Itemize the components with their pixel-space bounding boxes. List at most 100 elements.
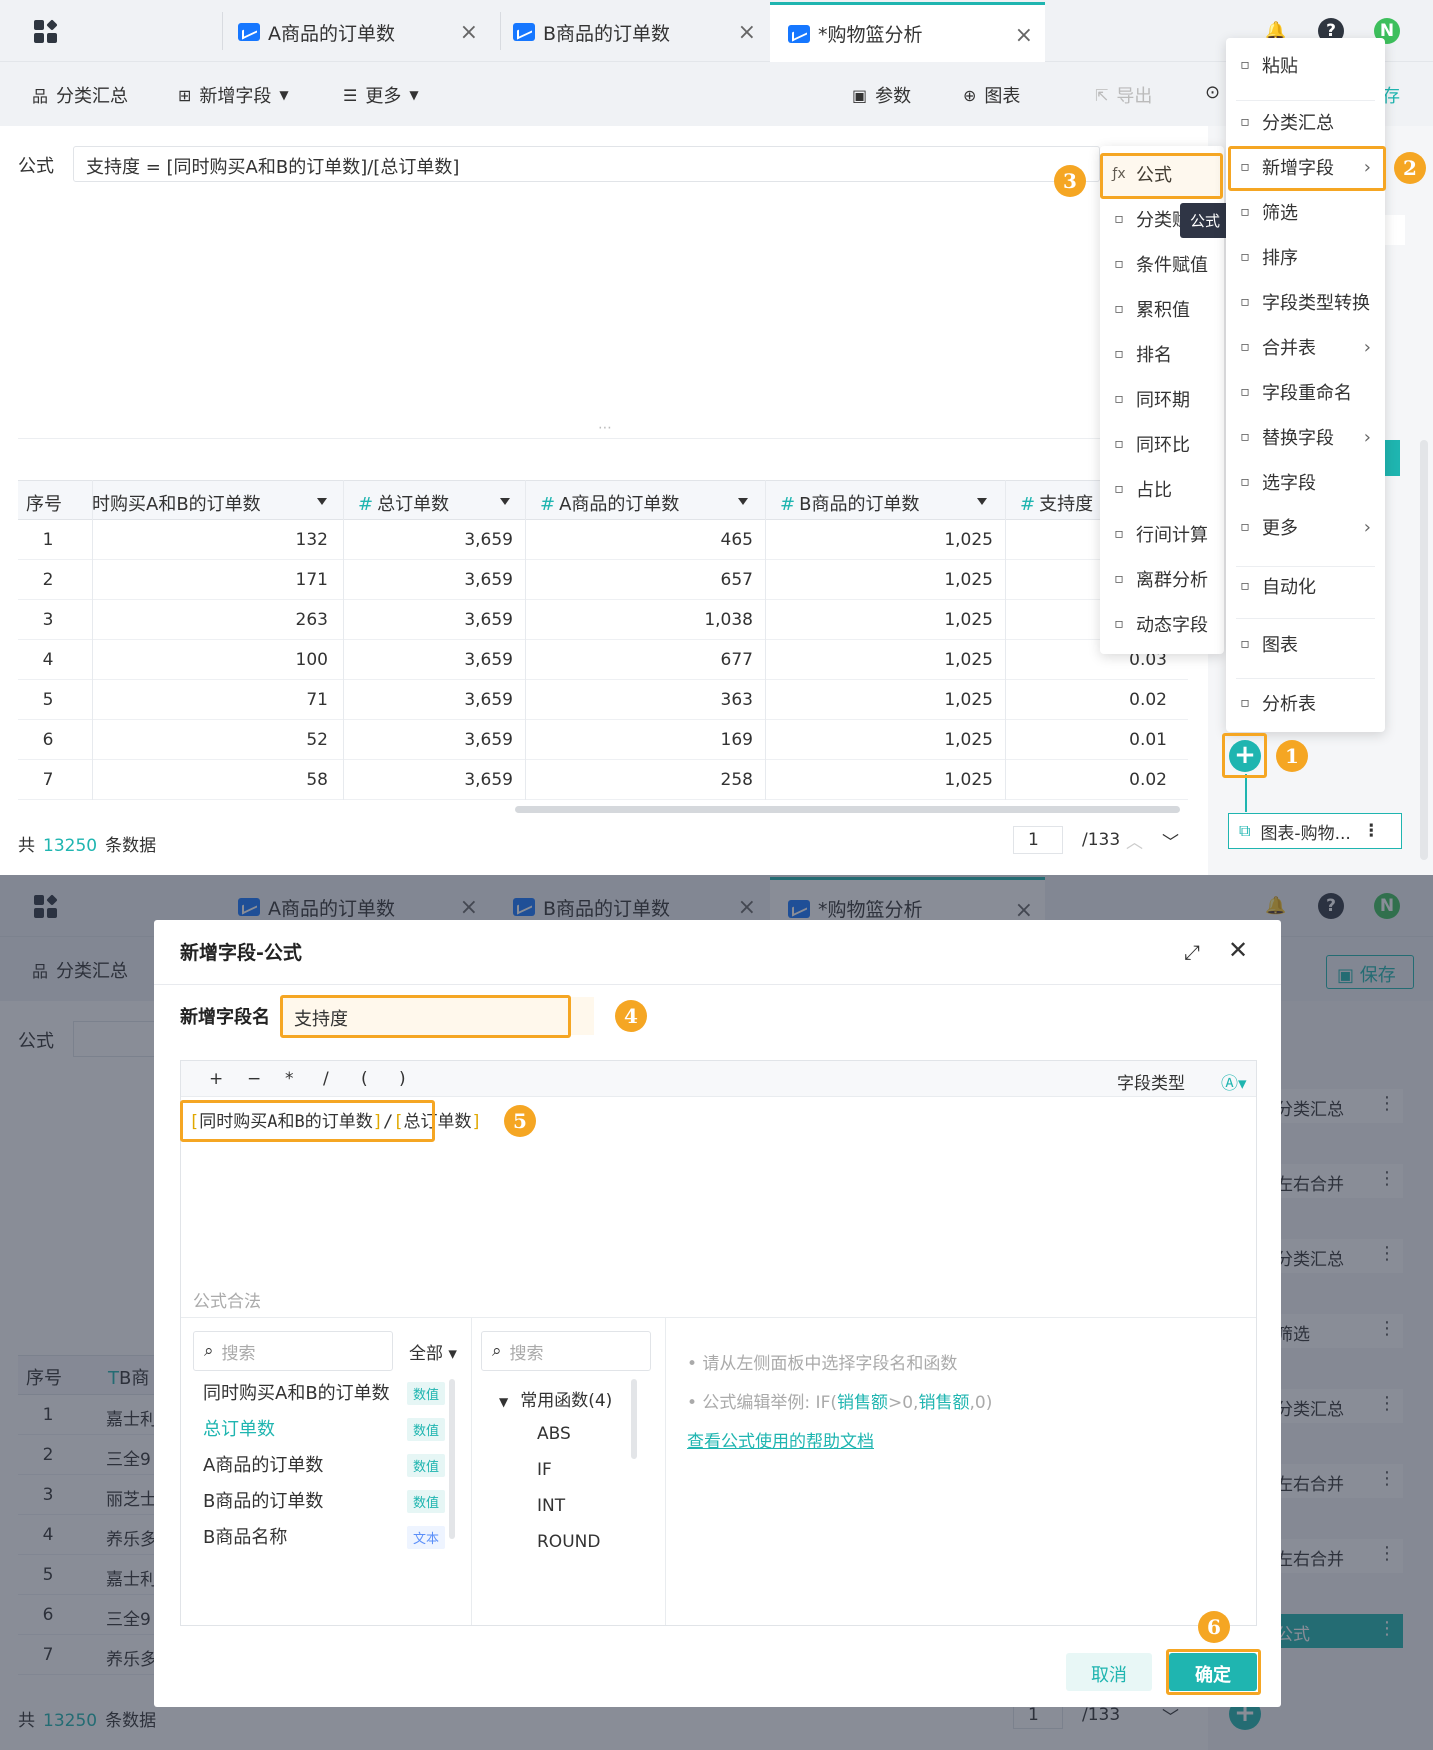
close-icon[interactable]: × (738, 20, 756, 45)
cancel-button[interactable]: 取消 (1066, 1653, 1152, 1691)
dropdown-icon[interactable] (734, 493, 752, 509)
submenu-item[interactable]: ▫ 同环比 (1110, 424, 1190, 464)
table-cell: 3,659 (464, 530, 513, 550)
context-menu-item[interactable]: ▫ 排序 (1236, 237, 1385, 277)
sort-icon: ▫ (1240, 249, 1250, 265)
operator-button[interactable]: * (285, 1069, 294, 1089)
more-circle-icon[interactable]: ⊙ (1205, 82, 1220, 103)
more-vertical-icon[interactable]: ⋮ (1363, 821, 1380, 841)
close-icon[interactable]: × (460, 20, 478, 45)
vertical-scrollbar[interactable] (1420, 440, 1428, 860)
context-menu-item[interactable]: ▫ 选字段 (1236, 462, 1385, 502)
context-menu-item[interactable]: ▫ 合并表 › (1236, 327, 1385, 367)
field-type-tag: 数值 (407, 1418, 446, 1441)
submenu-item[interactable]: ▫ 行间计算 (1110, 514, 1208, 554)
operator-button[interactable]: + (209, 1069, 223, 1089)
table-header: 序号 时购买A和B的订单数 # 总订单数 # A商品的订单数 # B商品的订单数 # 支… (18, 480, 1188, 520)
context-menu-item[interactable]: ▫ 分类汇总 (1236, 102, 1385, 142)
dropdown-icon[interactable] (313, 493, 331, 509)
operator-button[interactable]: ( (361, 1069, 368, 1089)
table-cell: 3,659 (464, 690, 513, 710)
tab-label: A商品的订单数 (268, 22, 395, 45)
chart-node[interactable]: ⧉ 图表-购物... ⋮ (1228, 813, 1402, 849)
field-item[interactable]: B商品的订单数 (203, 1487, 323, 1513)
formula-box[interactable]: 支持度 = [同时购买A和B的订单数]/[总订单数] (73, 146, 1100, 182)
context-menu-item[interactable]: ▫ 自动化 (1236, 566, 1385, 606)
export-button[interactable]: ⇱ 导出 (1095, 82, 1152, 108)
horizontal-scrollbar[interactable] (515, 806, 1180, 813)
tab-a-orders[interactable]: A商品的订单数 × (238, 2, 490, 62)
field-item[interactable]: B商品名称 (203, 1523, 287, 1549)
resize-handle[interactable]: ⋯ (598, 420, 612, 436)
context-menu-item[interactable]: ▫ 筛选 (1236, 192, 1385, 232)
tab-label: *购物篮分析 (818, 24, 923, 46)
field-item[interactable]: A商品的订单数 (203, 1451, 323, 1477)
table-cell: 52 (306, 730, 328, 750)
context-menu-item[interactable]: ▫ 替换字段 › (1236, 417, 1385, 457)
help-part: • 公式编辑举例: IF( (687, 1393, 837, 1413)
toolbar: 品分类汇总 ⊞ 新增字段 ▼ ☰ 更多 ▼ ▣ 参数 ⊕ 图表 ⇱ 导出 ⊙ 存 (0, 62, 1433, 126)
context-menu-item[interactable]: ▫ 图表 (1236, 624, 1385, 664)
scrollbar[interactable] (631, 1379, 637, 1459)
table-cell: 58 (306, 770, 328, 790)
formula-label: 公式 (18, 156, 54, 177)
chart-button[interactable]: ⊕ 图表 (963, 82, 1020, 108)
submenu-item[interactable]: ▫ 排名 (1110, 334, 1172, 374)
tab-label: B商品的订单数 (543, 22, 671, 45)
formula-editor[interactable]: + − * /() 字段类型 Ⓐ▾ [同时购买A和B的订单数]/[总订单数] 公式合法… (180, 1060, 1257, 1626)
context-menu-item[interactable]: ▫ 字段重命名 (1236, 372, 1385, 412)
dropdown-icon[interactable] (496, 493, 514, 509)
close-icon[interactable]: × (1015, 23, 1033, 48)
pie-icon: ▫ (1114, 481, 1124, 497)
tab-b-orders[interactable]: B商品的订单数 × (513, 2, 768, 62)
prev-page-icon[interactable]: ︿ (1126, 828, 1143, 856)
dataset-icon (788, 24, 810, 43)
chart-icon: ▫ (1240, 636, 1250, 652)
tab-basket-analysis[interactable]: *购物篮分析 × (770, 2, 1045, 62)
page-input[interactable]: 1 (1013, 826, 1063, 854)
context-menu-item[interactable]: ▫ 更多 › (1236, 507, 1385, 547)
dropdown-icon[interactable] (973, 493, 991, 509)
field-filter-select[interactable]: 全部 ▾ (409, 1339, 457, 1364)
context-menu-item[interactable]: ▫ 粘贴 (1236, 45, 1385, 85)
field-search-input[interactable]: ⌕ 搜索 (193, 1331, 393, 1371)
operator-button[interactable]: ) (399, 1069, 406, 1089)
header-col1: 时购买A和B的订单数 (92, 494, 261, 515)
submenu-item[interactable]: ▫ 动态字段 (1110, 604, 1208, 644)
submenu-item[interactable]: ▫ 同环期 (1110, 379, 1190, 419)
rename-icon: ▫ (1240, 384, 1250, 400)
field-item[interactable]: 总订单数 (203, 1415, 275, 1441)
submenu-item[interactable]: ▫ 累积值 (1110, 289, 1190, 329)
table-cell: 171 (295, 570, 328, 590)
function-item[interactable]: INT (537, 1496, 565, 1516)
function-group[interactable]: ▼ 常用函数(4) (499, 1386, 612, 1411)
context-menu-item[interactable]: ▫ 字段类型转换 (1236, 282, 1385, 322)
function-search-input[interactable]: ⌕ 搜索 (481, 1331, 651, 1371)
function-item[interactable]: ROUND (537, 1532, 600, 1552)
group-summary-button[interactable]: 品分类汇总 (32, 82, 128, 108)
ratio-icon: ▫ (1114, 436, 1124, 452)
field-item[interactable]: 同时购买A和B的订单数 (203, 1379, 390, 1405)
params-button[interactable]: ▣ 参数 (852, 82, 911, 108)
table-cell: 3 (42, 610, 54, 630)
context-menu-item[interactable]: ▫ 分析表 (1236, 683, 1385, 723)
more-button[interactable]: ☰ 更多 ▼ (343, 82, 419, 108)
menu-label: 字段重命名 (1262, 383, 1352, 404)
maximize-icon[interactable]: ⤢ (1184, 940, 1200, 964)
app-grid-icon[interactable] (34, 19, 58, 44)
function-item[interactable]: IF (537, 1460, 552, 1480)
scrollbar[interactable] (449, 1379, 455, 1539)
close-icon[interactable]: ✕ (1228, 936, 1248, 964)
next-page-icon[interactable]: ﹀ (1162, 828, 1179, 856)
operator-button[interactable]: − (247, 1069, 261, 1089)
function-item[interactable]: ABS (537, 1424, 571, 1444)
submenu-item[interactable]: ▫ 离群分析 (1110, 559, 1208, 599)
flow-node-active-stub (1385, 440, 1400, 476)
field-type-icon[interactable]: Ⓐ▾ (1221, 1069, 1247, 1094)
submenu-item[interactable]: ▫ 条件赋值 (1110, 244, 1208, 284)
row-count: 共 13250 条数据 (18, 831, 156, 856)
add-field-button[interactable]: ⊞ 新增字段 ▼ (178, 82, 289, 108)
help-doc-link[interactable]: 查看公式使用的帮助文档 (687, 1427, 874, 1452)
submenu-item[interactable]: ▫ 占比 (1110, 469, 1172, 509)
operator-button[interactable]: / (323, 1069, 329, 1089)
